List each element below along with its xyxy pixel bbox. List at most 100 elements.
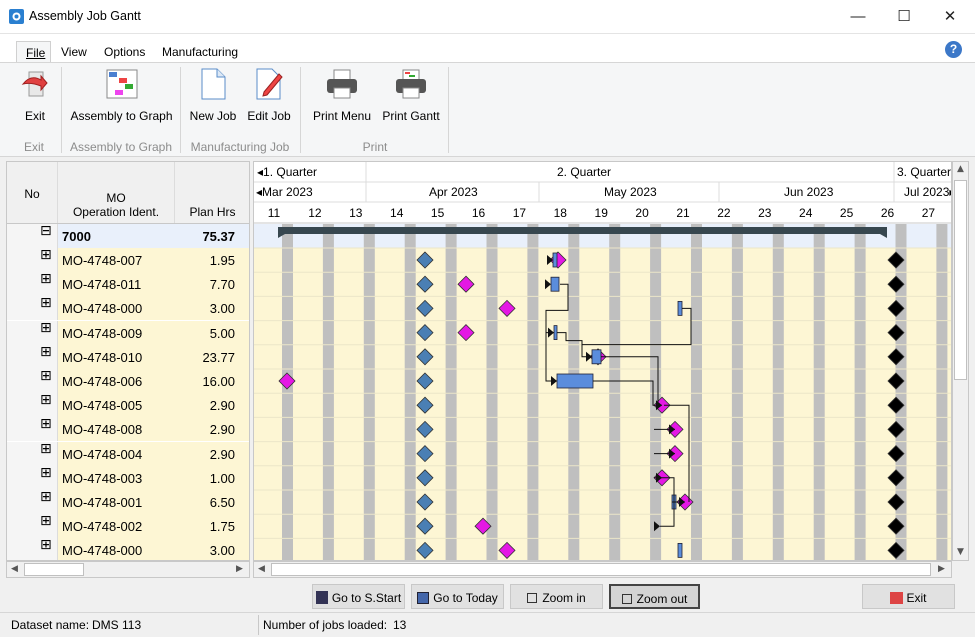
header-plan-hrs[interactable]: Plan Hrs: [175, 162, 249, 223]
expand-icon[interactable]: ⊞: [40, 272, 52, 286]
expand-icon[interactable]: ⊞: [40, 442, 52, 456]
header-mo[interactable]: MO Operation Ident.: [58, 162, 175, 223]
zoom-in-icon: [527, 593, 538, 603]
scroll-down-icon[interactable]: ▼: [957, 547, 964, 557]
expand-icon[interactable]: ⊞: [40, 369, 52, 383]
job-grid: No MO Operation Ident. Plan Hrs ⊟ 7000 7…: [6, 161, 250, 561]
assembly-graph-icon: [106, 69, 137, 99]
month-label: Jun 2023: [784, 185, 834, 199]
operation-bar: [553, 325, 558, 341]
zoom-in-button[interactable]: Zoom in: [510, 584, 603, 609]
table-row[interactable]: ⊞ MO-4748-004 2.90: [7, 441, 249, 466]
table-row[interactable]: ⊞ MO-4748-000 3.00: [7, 538, 249, 560]
exit-small-icon: [890, 592, 904, 604]
new-job-label: New Job: [189, 109, 237, 123]
table-row[interactable]: ⊞ MO-4748-002 1.75: [7, 514, 249, 539]
table-row[interactable]: ⊞ MO-4748-010 23.77: [7, 344, 249, 369]
expand-icon[interactable]: ⊞: [40, 393, 52, 407]
gantt-horizontal-scrollbar[interactable]: ◀ ▶: [253, 561, 952, 578]
vertical-scroll-thumb[interactable]: [954, 180, 967, 380]
scroll-right-icon[interactable]: ▶: [236, 564, 243, 574]
menu-view[interactable]: View: [61, 45, 87, 59]
expand-icon[interactable]: ⊞: [40, 466, 52, 480]
go-to-start-button[interactable]: Go to S.Start: [312, 584, 405, 609]
table-row[interactable]: ⊞ MO-4748-011 7.70: [7, 272, 249, 297]
print-menu-button[interactable]: Print Menu: [311, 68, 373, 123]
gantt-chart[interactable]: ◂1. Quarter 2. Quarter 3. Quarter▸ ◂Mar 202…: [253, 161, 952, 561]
week-label: 14: [390, 206, 404, 220]
expand-icon[interactable]: ⊞: [40, 490, 52, 504]
table-row[interactable]: ⊞ MO-4748-005 2.90: [7, 393, 249, 418]
close-button[interactable]: ✕: [927, 0, 973, 34]
menu-file[interactable]: File: [16, 41, 51, 63]
print-gantt-button[interactable]: Print Gantt: [380, 68, 442, 123]
week-label: 18: [554, 206, 568, 220]
week-label: 16: [472, 206, 486, 220]
help-icon[interactable]: ?: [945, 41, 962, 58]
menu-options[interactable]: Options: [104, 45, 145, 59]
menu-bar: File View Options Manufacturing: [0, 34, 975, 63]
row-hrs: 1.75: [175, 514, 249, 539]
expand-icon[interactable]: ⊞: [40, 248, 52, 262]
table-row[interactable]: ⊞ MO-4748-009 5.00: [7, 320, 249, 345]
grid-scroll-thumb[interactable]: [24, 563, 84, 576]
assembly-to-graph-label: Assembly to Graph: [70, 109, 173, 123]
row-hrs: 75.37: [175, 224, 249, 248]
ribbon-group-manufacturing: Manufacturing Job: [190, 140, 290, 154]
header-mo-line2: Operation Ident.: [72, 205, 160, 219]
week-label: 24: [799, 206, 813, 220]
quarter-label: ◂1. Quarter: [257, 165, 317, 179]
expand-icon[interactable]: ⊞: [40, 296, 52, 310]
status-separator: [258, 615, 259, 635]
minimize-button[interactable]: —: [835, 0, 881, 34]
week-label: 27: [922, 206, 936, 220]
gantt-scroll-right-icon[interactable]: ▶: [938, 564, 945, 574]
dataset-label: Dataset name:: [11, 618, 90, 632]
header-no[interactable]: No: [7, 162, 58, 223]
row-id: MO-4748-010: [58, 344, 175, 369]
weekend-band: [568, 224, 580, 560]
row-id: MO-4748-005: [58, 393, 175, 418]
collapse-icon[interactable]: ⊟: [40, 224, 52, 238]
expand-icon[interactable]: ⊞: [40, 345, 52, 359]
scroll-left-icon[interactable]: ◀: [11, 564, 18, 574]
edit-document-icon: [256, 68, 283, 100]
exit-ribbon-button[interactable]: Exit: [15, 68, 55, 123]
operation-bar: [591, 349, 602, 365]
table-row[interactable]: ⊞ MO-4748-000 3.00: [7, 296, 249, 321]
row-hrs: 5.00: [175, 320, 249, 345]
ribbon-separator: [61, 67, 62, 153]
expand-icon[interactable]: ⊞: [40, 514, 52, 528]
vertical-scrollbar[interactable]: ▲ ▼: [952, 161, 969, 561]
exit-button-label: Exit: [906, 591, 927, 605]
week-label: 11: [268, 206, 281, 220]
exit-button[interactable]: Exit: [862, 584, 955, 609]
table-row-parent[interactable]: ⊟ 7000 75.37: [7, 224, 249, 248]
assembly-to-graph-button[interactable]: Assembly to Graph: [69, 68, 174, 123]
row-hrs: 7.70: [175, 272, 249, 297]
edit-job-button[interactable]: Edit Job: [245, 68, 293, 123]
week-label: 17: [513, 206, 527, 220]
operation-bar: [677, 542, 683, 558]
new-job-button[interactable]: New Job: [189, 68, 237, 123]
row-hrs: 1.00: [175, 465, 249, 490]
gantt-scroll-left-icon[interactable]: ◀: [258, 564, 265, 574]
month-label: Jul 2023▸: [904, 185, 952, 199]
menu-manufacturing[interactable]: Manufacturing: [162, 45, 238, 59]
table-row[interactable]: ⊞ MO-4748-001 6.50: [7, 490, 249, 514]
go-to-today-button[interactable]: Go to Today: [411, 584, 504, 609]
expand-icon[interactable]: ⊞: [40, 417, 52, 431]
expand-icon[interactable]: ⊞: [40, 321, 52, 335]
table-row[interactable]: ⊞ MO-4748-008 2.90: [7, 417, 249, 442]
table-row[interactable]: ⊞ MO-4748-003 1.00: [7, 465, 249, 490]
row-id: MO-4748-006: [58, 369, 175, 393]
header-mo-line1: MO: [106, 191, 126, 205]
table-row[interactable]: ⊞ MO-4748-006 16.00: [7, 369, 249, 393]
scroll-up-icon[interactable]: ▲: [957, 164, 964, 174]
expand-icon[interactable]: ⊞: [40, 538, 52, 552]
table-row[interactable]: ⊞ MO-4748-007 1.95: [7, 248, 249, 272]
maximize-button[interactable]: ☐: [881, 0, 927, 34]
grid-horizontal-scrollbar[interactable]: ◀ ▶: [6, 561, 250, 578]
zoom-out-button[interactable]: Zoom out: [609, 584, 700, 609]
gantt-scroll-thumb[interactable]: [271, 563, 931, 576]
